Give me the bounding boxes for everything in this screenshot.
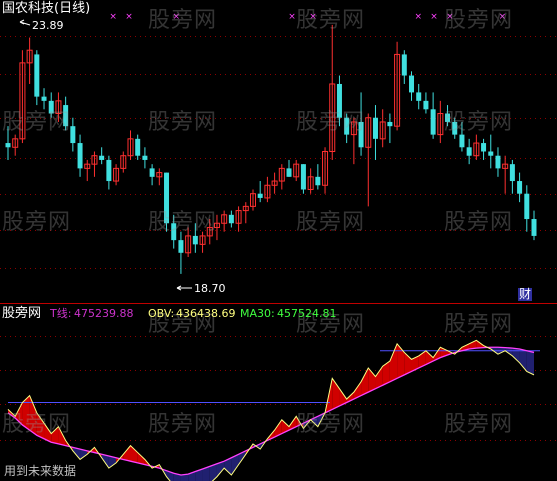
candle-body	[372, 117, 378, 139]
obv-label: OBV:	[148, 307, 175, 320]
indicator-panel-title: 股旁网	[2, 306, 42, 321]
signal-marker: ×	[499, 12, 507, 22]
candle-body	[315, 176, 321, 186]
signal-marker: ×	[288, 12, 296, 22]
obv-fill-segment	[130, 445, 138, 463]
candle-body	[387, 121, 393, 127]
obv-fill-segment	[361, 367, 369, 396]
ma30-line	[7, 346, 535, 476]
candle-body	[531, 219, 537, 236]
low-arrow-icon	[176, 285, 192, 291]
signal-marker: ×	[446, 12, 454, 22]
obv-fill-segment	[29, 395, 37, 436]
signal-marker: ×	[415, 12, 423, 22]
obv-line	[7, 339, 535, 481]
candle-body	[488, 151, 494, 156]
candle-body	[344, 117, 350, 135]
candle-body	[48, 100, 54, 114]
candle-body	[358, 121, 364, 148]
obv-fill-segment	[397, 343, 405, 379]
high-arrow-icon	[19, 19, 31, 26]
ma30-label: MA30:	[240, 307, 275, 320]
candle-body	[135, 138, 141, 156]
high-price-label: 23.89	[32, 19, 64, 32]
top-markers: × × × × × × × × ×	[109, 12, 506, 22]
signal-marker: ×	[173, 12, 181, 22]
chart-canvas: × × × × × × × × ×	[0, 12, 557, 481]
t-line-value: 475239.88	[74, 307, 134, 320]
candle-body	[517, 181, 523, 194]
candle-body	[106, 159, 112, 182]
candle-body	[34, 54, 40, 97]
signal-marker: ×	[430, 12, 438, 22]
chart-title: 国农科技(日线)	[2, 1, 91, 16]
candle-body	[336, 83, 342, 118]
candle-body	[99, 155, 105, 160]
candle-body	[524, 193, 530, 220]
candlestick-series	[5, 24, 537, 274]
candle-body	[416, 92, 422, 101]
candle-body	[41, 96, 47, 101]
candle-body	[142, 155, 148, 160]
obv-fill-segment	[389, 343, 398, 382]
candle-body	[178, 240, 184, 253]
candle-body	[459, 134, 465, 148]
candle-body	[5, 143, 11, 148]
obv-fill-segment	[51, 426, 59, 444]
candle-body	[171, 223, 177, 241]
obv-fill-segment	[36, 412, 45, 439]
signal-marker: ×	[109, 12, 117, 22]
finance-badge: 财	[518, 287, 533, 301]
candle-body	[495, 155, 501, 169]
candle-body	[149, 168, 155, 177]
obv-value: 436438.69	[176, 307, 236, 320]
candle-body	[300, 164, 306, 190]
candle-body	[286, 168, 292, 177]
t-line-label: T线:	[50, 307, 72, 320]
candle-body	[430, 109, 436, 135]
candle-body	[192, 235, 198, 245]
candle-body	[509, 164, 515, 182]
candle-body	[228, 214, 234, 224]
indicator-series	[7, 339, 540, 481]
candle-body	[63, 105, 69, 127]
candle-body	[466, 147, 472, 156]
signal-marker: ×	[125, 12, 133, 22]
candle-body	[452, 121, 458, 135]
future-data-note: 用到未来数据	[4, 464, 77, 478]
obv-fill-segment	[526, 350, 534, 375]
price-annotations	[19, 19, 192, 291]
grid-lines	[0, 36, 557, 441]
candle-body	[409, 75, 415, 93]
candle-body	[445, 113, 451, 122]
signal-marker: ×	[309, 12, 317, 22]
candle-body	[481, 143, 487, 152]
ma30-value: 457524.81	[277, 307, 337, 320]
candle-body	[401, 54, 407, 76]
obv-fill-segment	[519, 348, 527, 372]
candle-body	[70, 126, 76, 144]
candle-body	[423, 100, 429, 110]
candle-body	[257, 193, 263, 198]
candle-body	[164, 172, 170, 224]
candle-body	[77, 143, 83, 169]
low-price-label: 18.70	[194, 282, 226, 295]
